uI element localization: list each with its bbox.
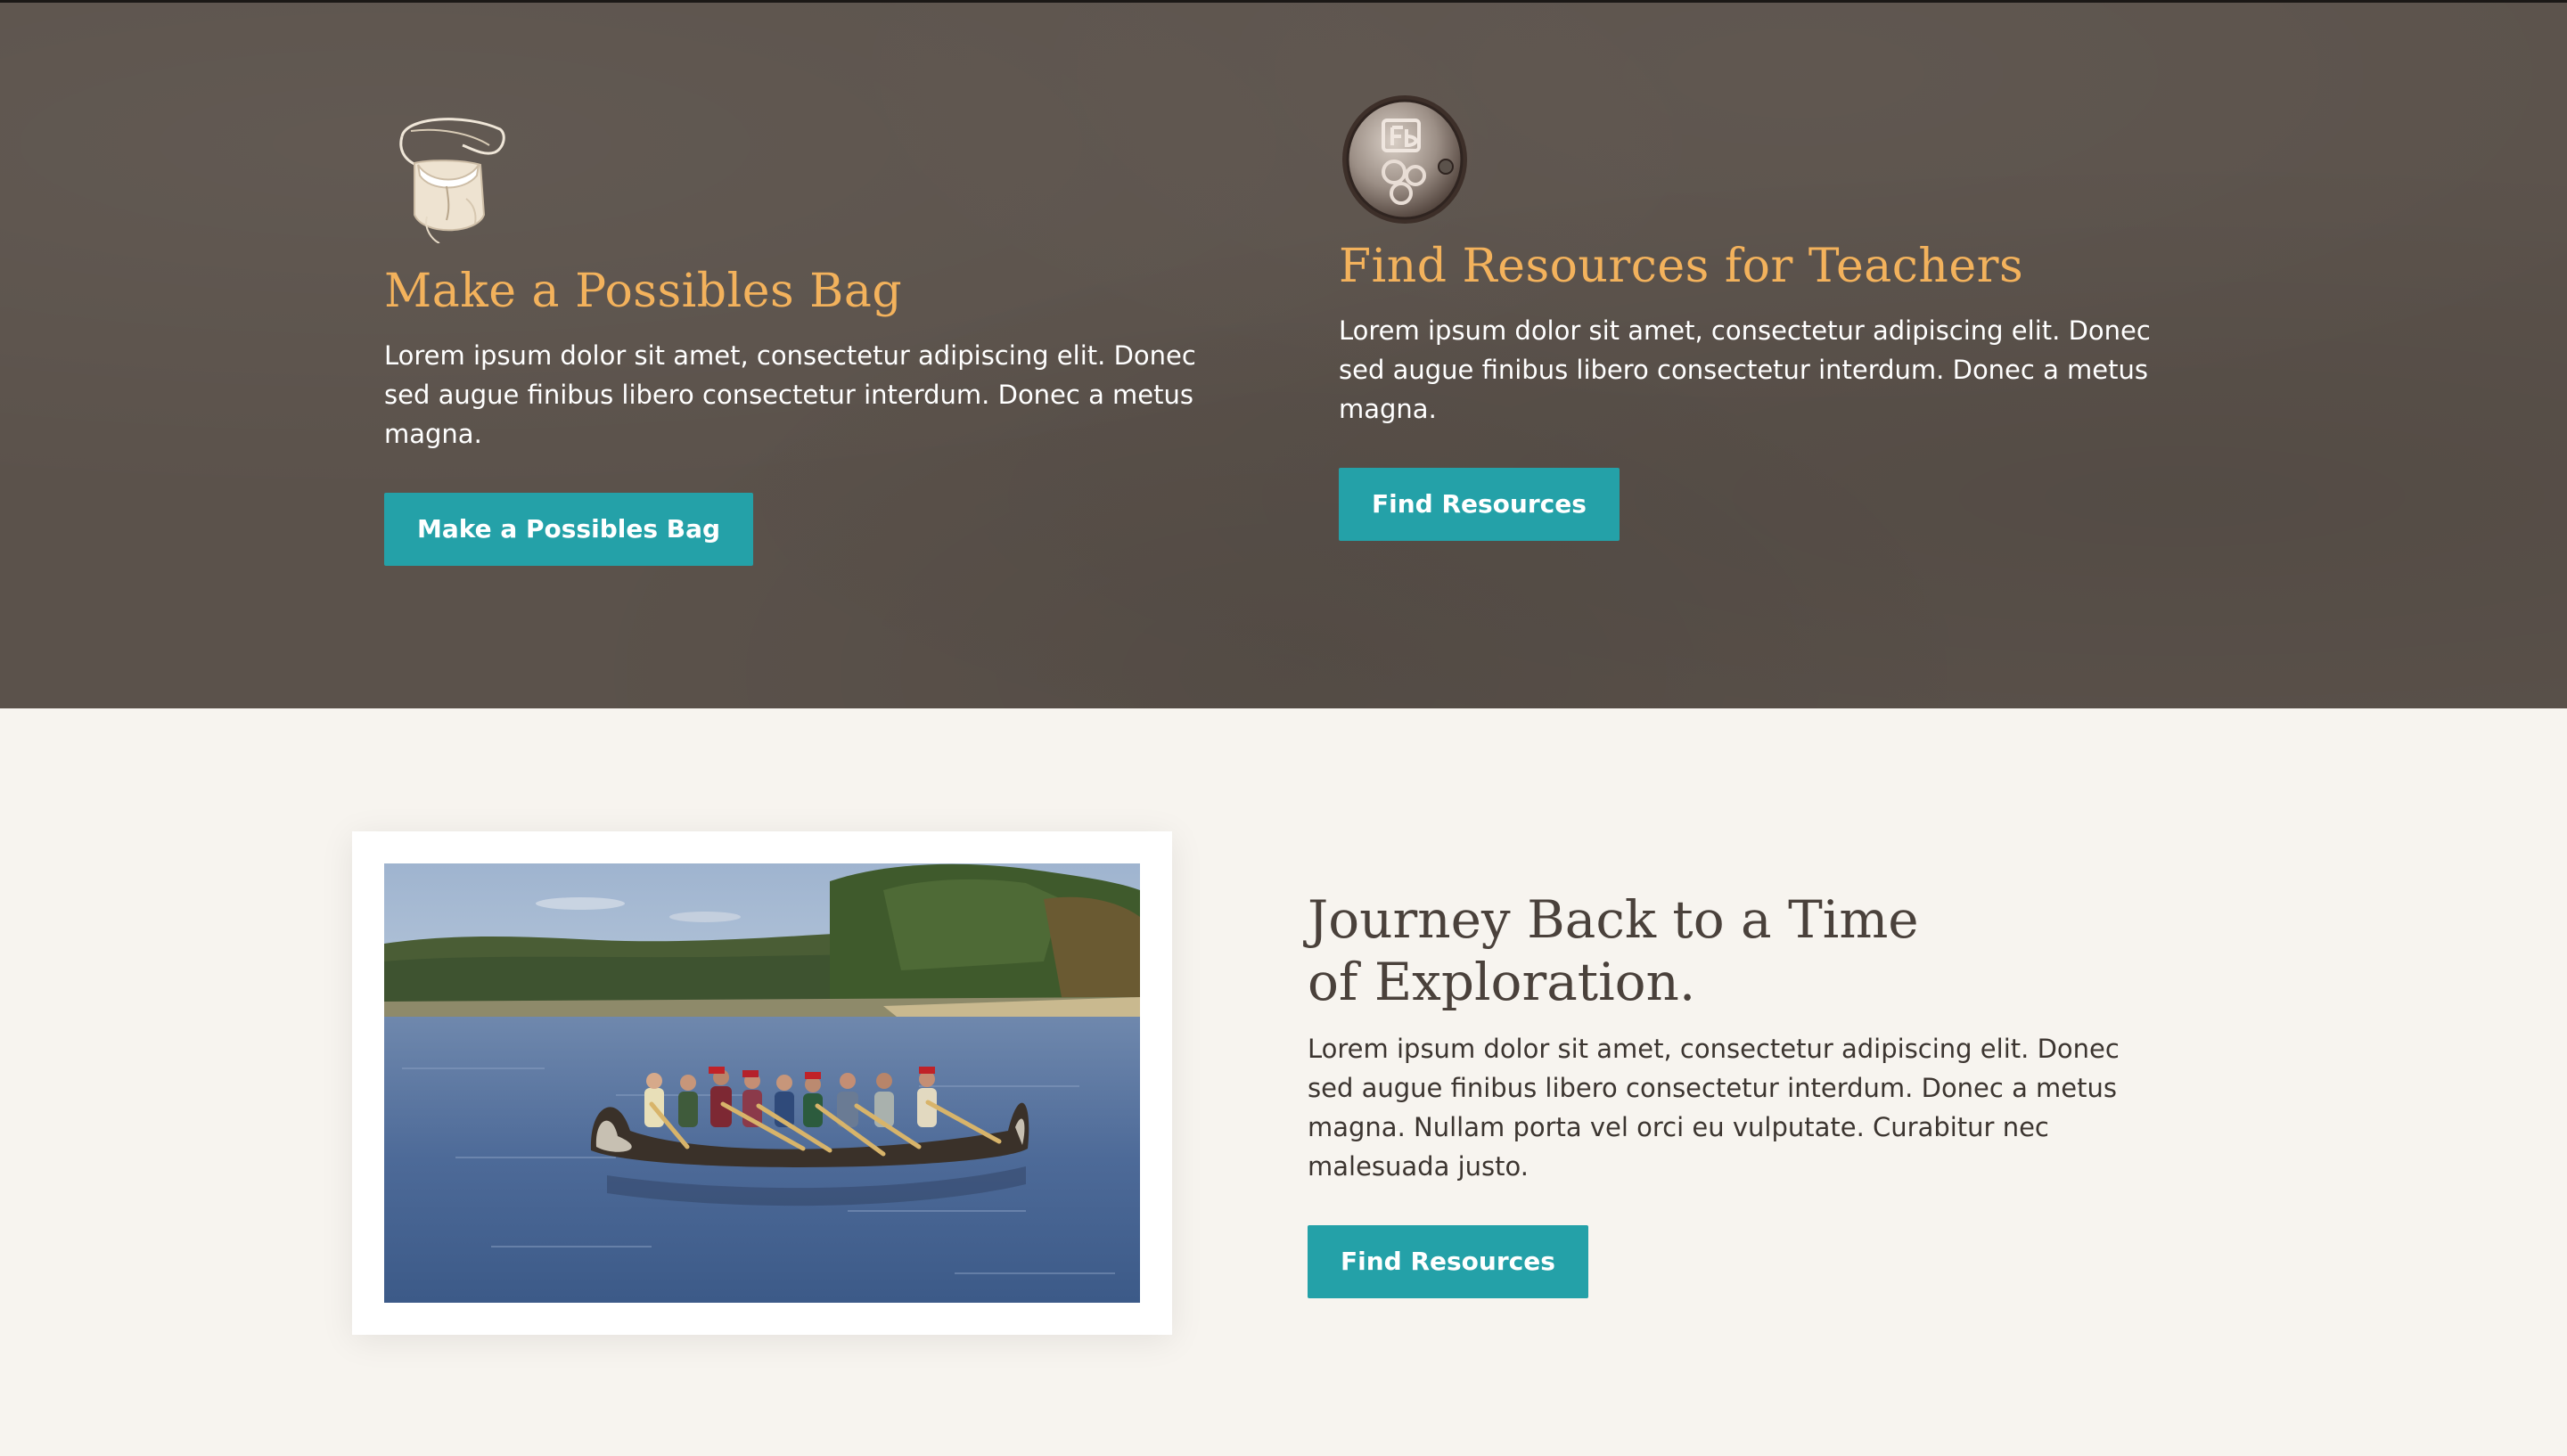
feature-body: Lorem ipsum dolor sit amet, consectetur … [384,340,1196,449]
journey-section: Journey Back to a Time of Exploration. L… [0,708,2567,1456]
feature-body: Lorem ipsum dolor sit amet, consectetur … [1339,315,2151,424]
feature-possibles-bag: Make a Possibles Bag Lorem ipsum dolor s… [384,110,1240,566]
photo-frame [352,831,1172,1335]
canoe-voyageurs-photo [384,863,1140,1303]
make-possibles-bag-button[interactable]: Make a Possibles Bag [384,493,754,566]
feature-title: Find Resources for Teachers [1339,240,2024,293]
pouch-icon [384,110,518,244]
feature-teacher-resources: Find Resources for Teachers Lorem ipsum … [1339,94,2194,541]
coin-icon [1339,94,1472,227]
journey-content: Journey Back to a Time of Exploration. L… [1308,888,2163,1298]
activities-section: Make a Possibles Bag Lorem ipsum dolor s… [0,3,2567,708]
find-resources-button[interactable]: Find Resources [1308,1225,1588,1298]
find-resources-button[interactable]: Find Resources [1339,468,1620,541]
journey-body: Lorem ipsum dolor sit amet, consectetur … [1308,1034,2120,1182]
journey-title: Journey Back to a Time of Exploration. [1308,889,1919,1012]
feature-title: Make a Possibles Bag [384,265,903,318]
